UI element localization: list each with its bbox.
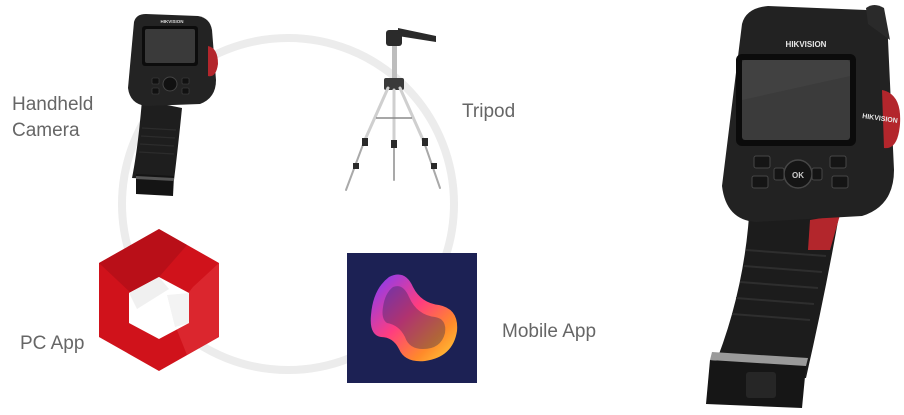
pc-app-label: PC App — [20, 333, 85, 354]
camera-brand-top: HIKVISION — [786, 40, 827, 49]
handheld-camera-large-image: HIKVISION HIKVISION OK — [706, 5, 901, 408]
handheld-camera-label: Handheld Camera — [12, 94, 94, 141]
tripod-label: Tripod — [462, 101, 516, 122]
ok-button-label: OK — [792, 171, 804, 180]
pc-app-logo-icon — [99, 229, 219, 371]
product-showcase: HIKVISION HIKVISION HIKVISION OK Handhel… — [0, 0, 904, 415]
camera-brand-small: HIKVISION — [160, 19, 183, 24]
handheld-camera-image: HIKVISION — [128, 14, 218, 196]
mobile-app-label: Mobile App — [502, 321, 597, 342]
tripod-image — [345, 28, 441, 191]
mobile-app-icon-tile — [347, 253, 477, 383]
